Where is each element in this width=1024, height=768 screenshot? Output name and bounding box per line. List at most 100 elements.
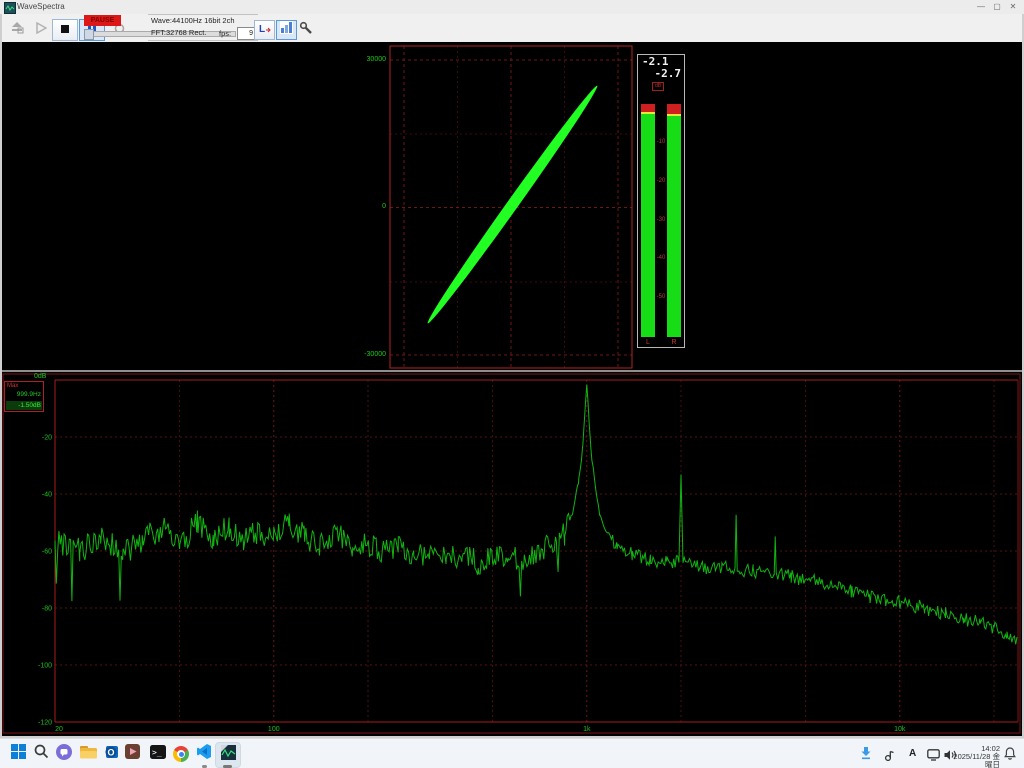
level-meter: -2.1 -2.7 dB -10-20-30-40-50 L R	[637, 54, 685, 348]
graph-icon	[280, 21, 293, 39]
desktop: WaveSpectra — ▢ ✕	[0, 0, 1024, 768]
lissajous-trace	[423, 82, 602, 326]
taskbar-icon-code[interactable]	[192, 742, 216, 766]
tray-ime[interactable]: A	[909, 748, 916, 759]
meter-tick-label: -30	[655, 217, 667, 223]
taskbar: O >_	[0, 738, 1024, 768]
display-icon	[927, 748, 940, 765]
spectrum-pane: -20-40-60-80-100-120201001k10k 0dB Max 9…	[0, 372, 1024, 736]
window-title: WaveSpectra	[17, 2, 65, 11]
peak-level: -1.50dB	[18, 401, 41, 410]
fps-value: 9	[237, 27, 255, 40]
wave-info: Wave:44100Hz 16bit 2ch	[151, 16, 235, 25]
taskbar-icon-chrome[interactable]	[169, 742, 193, 766]
code-icon	[197, 744, 212, 764]
search-icon	[34, 744, 49, 764]
close-button[interactable]: ✕	[1006, 2, 1020, 11]
meter-tick-label: -20	[655, 178, 667, 184]
y-tick-label: -40	[42, 492, 52, 499]
taskbar-icon-media-player[interactable]	[120, 742, 144, 766]
peak-frequency: 999.9Hz	[17, 391, 41, 398]
meter-channel-left: L	[641, 339, 655, 346]
svg-text:O: O	[107, 747, 114, 757]
titlebar[interactable]: WaveSpectra — ▢ ✕	[0, 0, 1024, 15]
spectrum-trace	[55, 385, 1017, 645]
taskbar-icon-start[interactable]	[6, 742, 30, 766]
chrome-icon	[173, 746, 189, 762]
y-tick-label: -100	[38, 663, 52, 670]
folder-icon	[80, 745, 97, 764]
fps-label: fps:	[219, 29, 231, 38]
x-tick-label: 20	[55, 726, 63, 733]
window-frame-left	[0, 14, 2, 736]
xy-scope	[0, 42, 1024, 370]
taskbar-icon-explorer[interactable]	[76, 742, 100, 766]
maximize-button[interactable]: ▢	[990, 2, 1004, 11]
meter-level-fill	[667, 116, 681, 337]
meter-channel-right: R	[667, 339, 681, 346]
meter-tick-label: -50	[655, 294, 667, 300]
taskbar-icon-search[interactable]	[29, 742, 53, 766]
settings-button[interactable]	[296, 20, 316, 40]
tray-notifications[interactable]	[1004, 747, 1016, 765]
stop-icon	[60, 21, 70, 39]
meter-bar-right	[667, 104, 681, 337]
peak-level-row: -1.50dB	[6, 401, 42, 410]
wrench-icon	[299, 21, 313, 40]
axis-scale-button[interactable]: L	[254, 20, 275, 40]
y-tick-label: -60	[42, 549, 52, 556]
terminal-icon: >_	[150, 745, 166, 764]
scope-ymin-label: -30000	[352, 351, 386, 358]
toolbar: PAUSE Wave:44100Hz 16bit 2ch FFT:32768 R…	[0, 14, 1024, 43]
tray-clock[interactable]: 14:02 2025/11/28 金曜日	[952, 745, 1000, 768]
y-tick-label: -20	[42, 435, 52, 442]
tray-display[interactable]	[927, 748, 940, 766]
meter-bar-left	[641, 104, 655, 337]
meter-tick-label: -10	[655, 139, 667, 145]
y-tick-label: -120	[38, 720, 52, 727]
info-divider-bottom	[148, 40, 258, 41]
meter-scale: -10 -20 -30 -40 -50	[655, 104, 667, 337]
bell-icon	[1004, 747, 1016, 764]
position-slider-thumb[interactable]	[84, 29, 94, 40]
media-player-icon	[125, 744, 140, 764]
fft-info: FFT:32768 Rect.	[151, 28, 206, 37]
svg-text:>_: >_	[152, 748, 162, 757]
meter-level-fill	[641, 114, 655, 337]
stop-button[interactable]	[52, 19, 78, 41]
open-file-button[interactable]	[4, 19, 30, 41]
play-icon	[35, 21, 47, 39]
spectrum-zero-label: 0dB	[34, 373, 46, 380]
tray-audio-device[interactable]	[884, 748, 896, 766]
play-button[interactable]	[28, 19, 54, 41]
minimize-button[interactable]: —	[974, 2, 988, 11]
meter-tick-label: -40	[655, 255, 667, 261]
x-tick-label: 100	[268, 726, 280, 733]
tray-download-arrow[interactable]	[860, 747, 872, 765]
scope-pane: 30000 0 -30000 -2.1 -2.7 dB -10-20-30-40…	[0, 42, 1024, 370]
lr-axis-icon: L	[258, 21, 271, 39]
scope-ymax-label: 30000	[352, 56, 386, 63]
scope-ymid-label: 0	[352, 203, 386, 210]
spectrum-panel-border	[3, 374, 1020, 733]
app-icon	[4, 2, 16, 14]
status-badge: PAUSE	[84, 15, 121, 26]
eject-icon	[10, 21, 24, 39]
chat-icon	[56, 744, 72, 765]
spectrum-display-button[interactable]	[276, 20, 297, 40]
meter-peak-right: -2.7	[655, 67, 682, 80]
taskbar-icon-chat[interactable]	[52, 742, 76, 766]
spectrum-chart: -20-40-60-80-100-120201001k10k	[0, 372, 1024, 736]
download-arrow-icon	[860, 747, 872, 764]
info-divider-top	[148, 14, 258, 15]
meter-red-zone	[667, 104, 681, 114]
peak-title: Max	[7, 383, 18, 389]
x-tick-label: 10k	[894, 726, 906, 733]
meter-red-zone	[641, 104, 655, 112]
windows-start-icon	[11, 744, 26, 764]
audio-device-icon	[884, 748, 896, 765]
wavespectra-icon	[221, 745, 236, 765]
outlook-icon: O	[103, 744, 119, 765]
y-tick-label: -80	[42, 606, 52, 613]
taskbar-icon-terminal[interactable]: >_	[146, 742, 170, 766]
